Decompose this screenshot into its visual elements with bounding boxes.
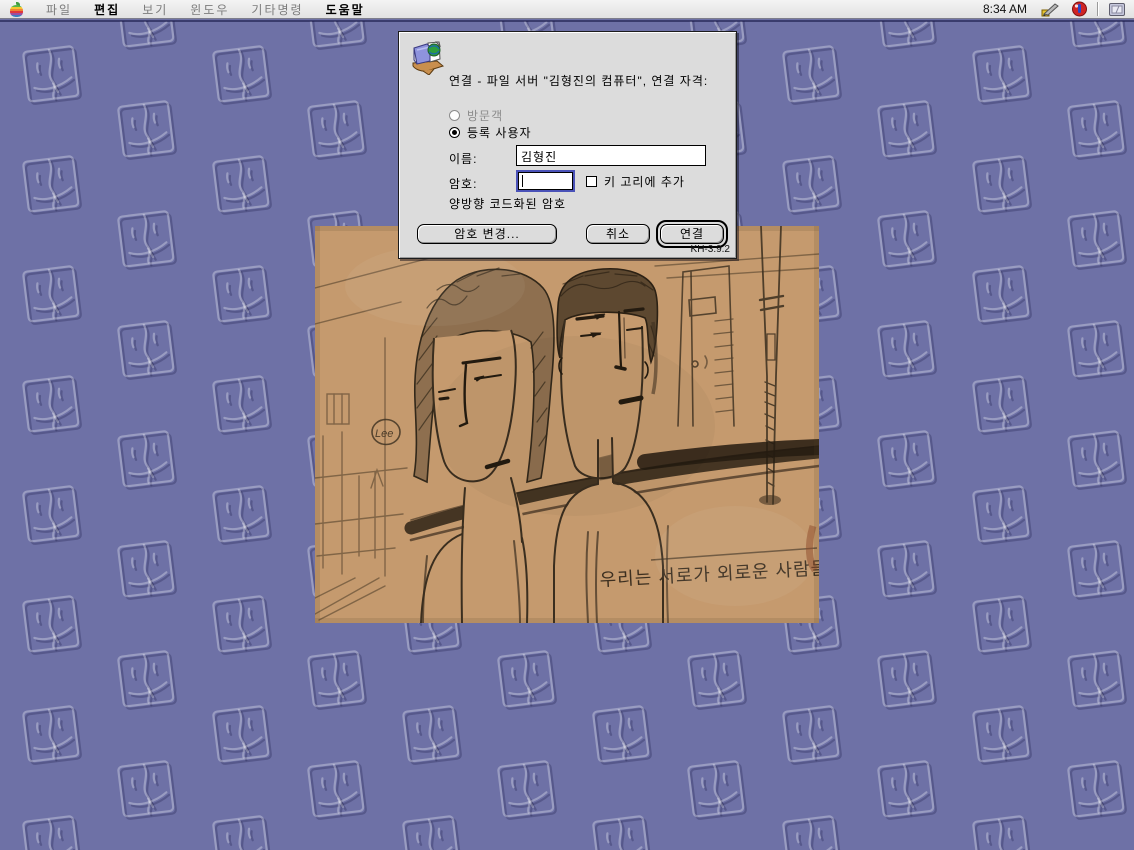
encryption-note: 양방향 코드화된 암호 (449, 195, 566, 212)
menubar-divider (1097, 2, 1099, 16)
menu-window[interactable]: 윈도우 (179, 1, 240, 18)
name-input[interactable] (516, 145, 706, 166)
artwork-signature: Lee (375, 428, 393, 440)
connect-dialog: 연결 - 파일 서버 "김형진의 컴퓨터", 연결 자격: 방문객 등록 사용자… (398, 31, 737, 259)
menu-other[interactable]: 기타명령 (240, 1, 314, 18)
desktop-artwork: Lee (315, 226, 819, 623)
radio-guest[interactable]: 방문객 (449, 107, 503, 124)
keychain-checkbox[interactable] (586, 176, 597, 187)
change-password-button[interactable]: 암호 변경... (417, 224, 557, 244)
file-server-share-icon (407, 37, 445, 75)
red-clock-app-icon[interactable] (1071, 1, 1088, 17)
menubar-shadow (0, 20, 1134, 22)
desktop-root: { "menubar": { "apple_menu_icon": "apple… (0, 0, 1134, 850)
password-label: 암호: (449, 175, 477, 192)
radio-registered-user[interactable]: 등록 사용자 (449, 124, 532, 141)
password-input[interactable] (518, 172, 573, 190)
menu-file[interactable]: 파일 (35, 1, 83, 18)
cancel-button[interactable]: 취소 (586, 224, 650, 244)
radio-registered-circle[interactable] (449, 127, 460, 138)
radio-guest-label: 방문객 (467, 107, 503, 124)
keychain-checkbox-label: 키 고리에 추가 (604, 173, 685, 190)
application-menu-icon[interactable] (1108, 2, 1126, 17)
menu-help[interactable]: 도움말 (315, 1, 376, 18)
menubar-clock[interactable]: 8:34 AM (983, 2, 1027, 16)
input-pen-icon[interactable] (1040, 1, 1062, 17)
menu-edit[interactable]: 편집 (83, 1, 131, 18)
menu-view[interactable]: 보기 (131, 1, 179, 18)
connect-button[interactable]: 연결 (660, 224, 724, 244)
keychain-checkbox-row[interactable]: 키 고리에 추가 (586, 173, 685, 190)
radio-registered-label: 등록 사용자 (467, 124, 532, 141)
text-caret (522, 175, 523, 187)
apple-menu-icon[interactable] (10, 2, 23, 17)
dialog-title: 연결 - 파일 서버 "김형진의 컴퓨터", 연결 자격: (449, 74, 731, 88)
name-label: 이름: (449, 150, 477, 167)
menu-bar: 파일 편집 보기 윈도우 기타명령 도움말 8:34 AM (0, 0, 1134, 19)
version-label: KH-3.9.2 (691, 244, 730, 255)
radio-guest-circle[interactable] (449, 110, 460, 121)
